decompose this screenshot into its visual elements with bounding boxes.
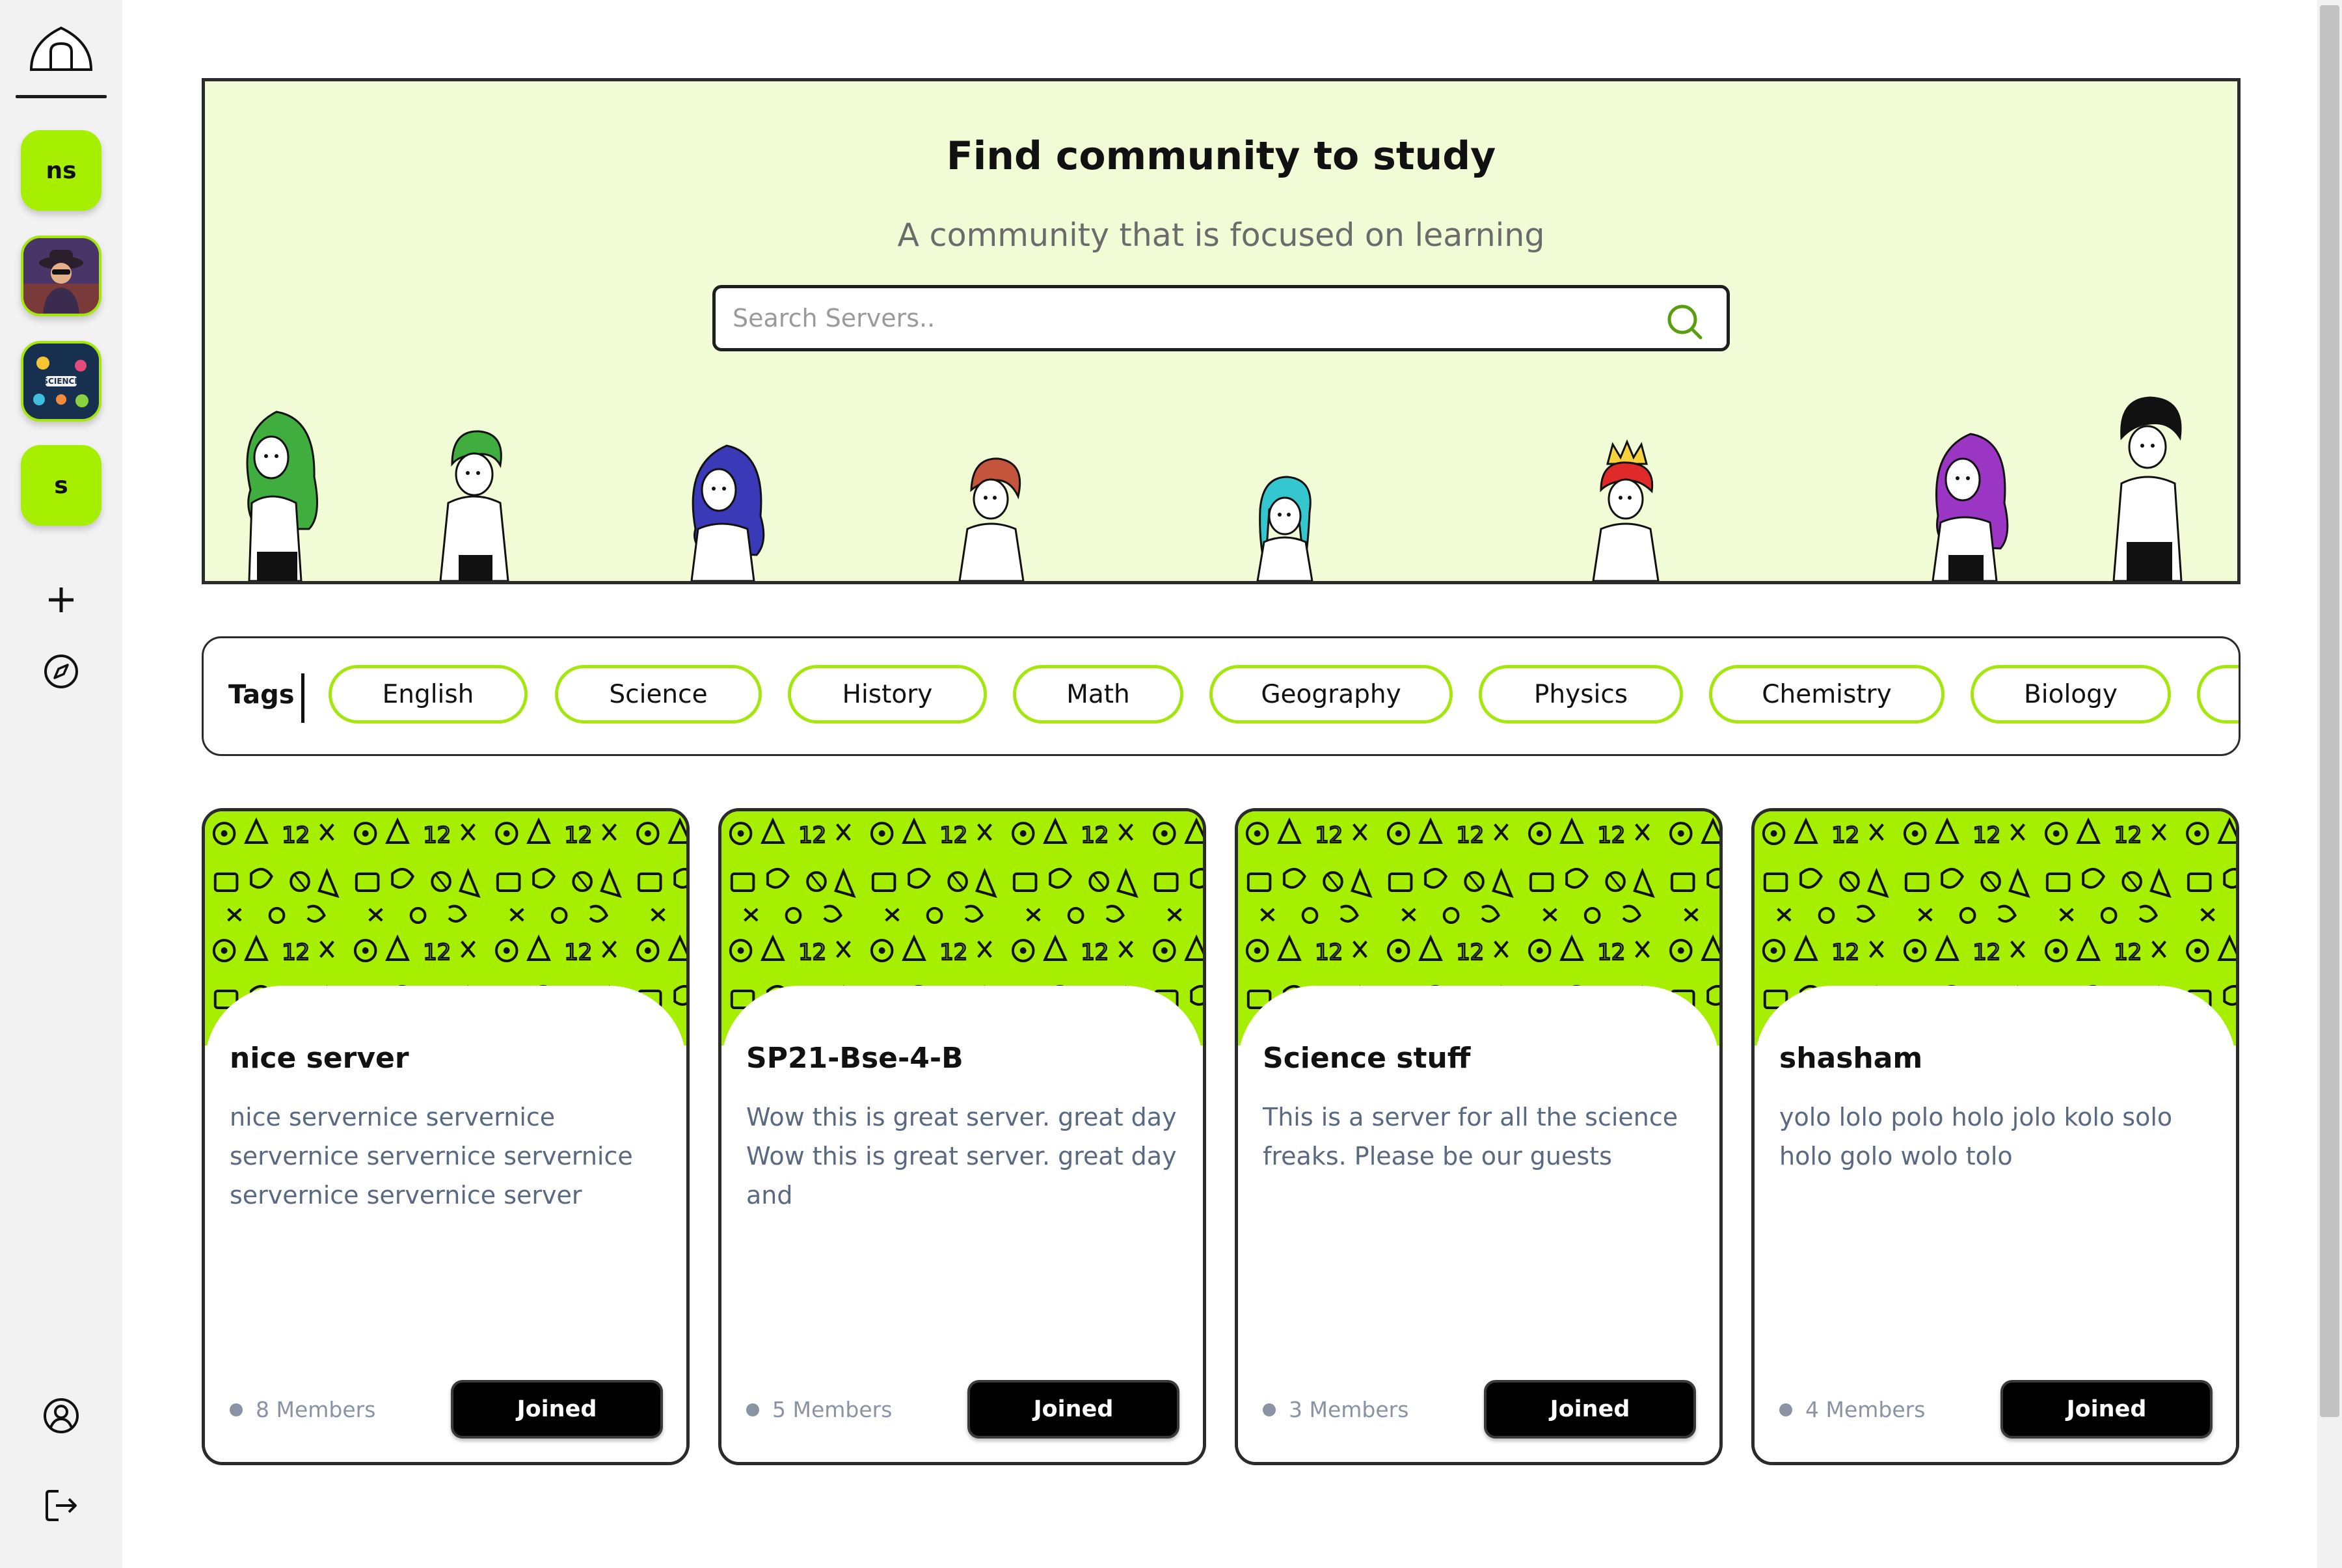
server-icon-avatar[interactable]: [21, 236, 101, 316]
hero-subtitle: A community that is focused on learning: [897, 217, 1545, 254]
card-members: 3 Members: [1263, 1397, 1408, 1422]
tag-history[interactable]: History: [788, 665, 987, 723]
server-icon-science[interactable]: SCIENCE: [21, 341, 101, 422]
student-figure-3: [690, 444, 765, 581]
server-icon-ns[interactable]: ns: [21, 130, 101, 211]
members-dot-icon: [1779, 1403, 1792, 1416]
joined-button[interactable]: Joined: [451, 1380, 663, 1439]
tags-bar: Tags English Science History Math Geogra…: [202, 636, 2241, 756]
card-description: yolo lolo polo holo jolo kolo solo holo …: [1779, 1103, 2173, 1170]
avatar-image: [23, 238, 99, 314]
student-figure-2: [439, 430, 509, 581]
profile-icon[interactable]: [35, 1390, 87, 1442]
hero-banner: Find community to study A community that…: [202, 78, 2241, 584]
members-dot-icon: [1263, 1403, 1276, 1416]
card-title: SP21-Bse-4-B: [746, 1042, 963, 1075]
tag-english[interactable]: English: [329, 665, 528, 723]
svg-text:SCIENCE: SCIENCE: [42, 377, 79, 386]
card-members: 4 Members: [1779, 1397, 1925, 1422]
tags-divider: [301, 673, 304, 723]
tag-geography[interactable]: Geography: [1209, 665, 1453, 723]
student-figure-4: [958, 457, 1025, 581]
card-members: 8 Members: [230, 1397, 375, 1422]
server-card[interactable]: SP21-Bse-4-B Wow this is great server. g…: [718, 808, 1206, 1465]
student-figure-8: [2112, 396, 2183, 581]
server-card[interactable]: Science stuff This is a server for all t…: [1235, 808, 1723, 1465]
student-figure-6: [1592, 439, 1660, 581]
tag-more-partial[interactable]: [2197, 665, 2239, 723]
members-dot-icon: [230, 1403, 243, 1416]
card-description: This is a server for all the science fre…: [1263, 1103, 1678, 1170]
card-title: shasham: [1779, 1042, 1923, 1075]
card-description: Wow this is great server. great day Wow …: [746, 1103, 1177, 1210]
student-figure-5: [1256, 476, 1313, 581]
add-server-icon[interactable]: [35, 574, 87, 626]
logout-icon[interactable]: [35, 1480, 87, 1532]
tag-chemistry[interactable]: Chemistry: [1709, 665, 1945, 723]
card-title: nice server: [230, 1042, 409, 1075]
explore-compass-icon[interactable]: [35, 645, 87, 697]
tags-label: Tags: [228, 680, 295, 710]
members-dot-icon: [746, 1403, 759, 1416]
server-card[interactable]: shasham yolo lolo polo holo jolo kolo so…: [1751, 808, 2239, 1465]
tag-physics[interactable]: Physics: [1479, 665, 1683, 723]
home-icon[interactable]: [27, 20, 95, 78]
card-members: 5 Members: [746, 1397, 892, 1422]
hero-title: Find community to study: [946, 133, 1496, 179]
card-description: nice servernice servernice servernice se…: [230, 1103, 633, 1210]
search-icon[interactable]: [1665, 303, 1703, 340]
home-active-indicator: [16, 95, 107, 98]
scrollbar-thumb[interactable]: [2320, 5, 2339, 1417]
tag-science[interactable]: Science: [555, 665, 762, 723]
server-card[interactable]: nice server nice servernice servernice s…: [202, 808, 690, 1465]
search-input[interactable]: [733, 288, 1643, 348]
tag-biology[interactable]: Biology: [1971, 665, 2171, 723]
server-icon-s[interactable]: s: [21, 445, 101, 526]
joined-button[interactable]: Joined: [967, 1380, 1179, 1439]
page-scrollbar[interactable]: [2317, 0, 2342, 1568]
sidebar: ns SCIENCE s: [0, 0, 122, 1568]
tag-math[interactable]: Math: [1013, 665, 1183, 723]
science-image: SCIENCE: [23, 344, 99, 419]
search-box: [712, 285, 1730, 351]
student-figure-1: [246, 411, 318, 581]
student-figure-7: [1931, 433, 2009, 581]
joined-button[interactable]: Joined: [1484, 1380, 1696, 1439]
joined-button[interactable]: Joined: [2000, 1380, 2213, 1439]
card-title: Science stuff: [1263, 1042, 1471, 1075]
